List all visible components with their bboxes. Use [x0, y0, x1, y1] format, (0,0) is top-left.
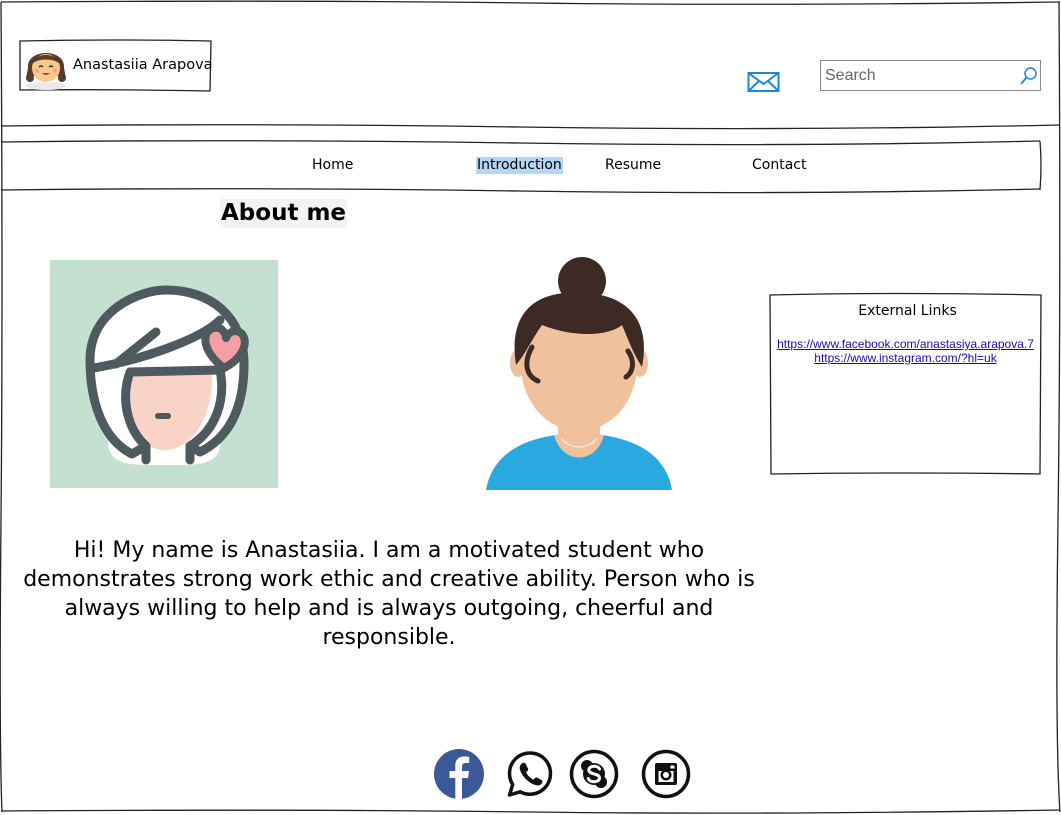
illustrated-avatar-image	[50, 260, 278, 488]
woman-avatar-icon	[486, 257, 672, 490]
whatsapp-icon[interactable]	[505, 749, 555, 799]
illustrated-girl-icon	[85, 285, 249, 465]
instagram-link[interactable]: https://www.instagram.com/?hl=uk	[770, 351, 1041, 365]
external-links-list: https://www.facebook.com/anastasiya.arap…	[770, 337, 1041, 365]
facebook-icon[interactable]	[434, 749, 484, 799]
woman-avatar-image	[482, 255, 677, 492]
nav-home[interactable]: Home	[312, 157, 353, 174]
search-icon[interactable]	[1019, 66, 1038, 86]
instagram-icon[interactable]	[641, 749, 691, 799]
nav-introduction[interactable]: Introduction	[476, 157, 563, 174]
intro-paragraph: Hi! My name is Anastasiia. I am a motiva…	[23, 538, 755, 650]
brand-name: Anastasiia Arapova	[73, 57, 213, 73]
section-title: About me	[220, 199, 348, 228]
search-input[interactable]	[825, 64, 1013, 87]
facebook-link[interactable]: https://www.facebook.com/anastasiya.arap…	[770, 337, 1041, 351]
external-links-panel: External Links https://www.facebook.com/…	[770, 294, 1041, 474]
nav-resume[interactable]: Resume	[605, 157, 661, 174]
external-links-title: External Links	[858, 303, 957, 319]
search-box[interactable]	[820, 60, 1041, 91]
brand-logo[interactable]: Anastasiia Arapova	[20, 40, 213, 91]
girl-avatar-icon	[26, 53, 66, 90]
mail-icon[interactable]	[747, 71, 780, 93]
nav-contact[interactable]: Contact	[752, 157, 806, 174]
skype-icon[interactable]	[569, 749, 619, 799]
